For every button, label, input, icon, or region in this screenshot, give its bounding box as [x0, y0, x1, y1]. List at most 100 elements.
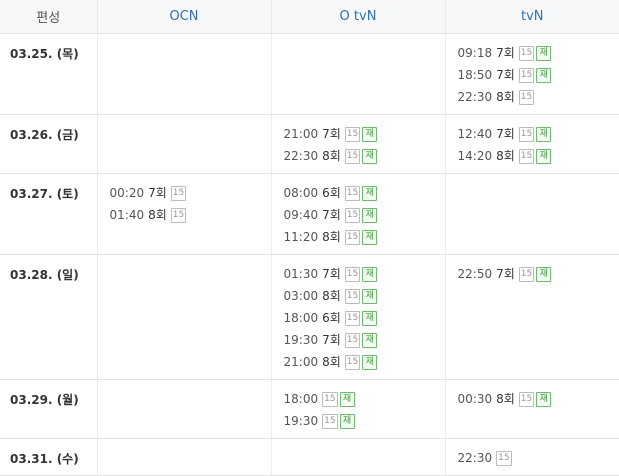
age-15-icon: 15: [519, 392, 534, 407]
cell-ocn: [97, 439, 271, 476]
broadcast-time: 14:20: [458, 145, 493, 167]
rerun-icon: 재: [362, 333, 377, 348]
age-15-icon: 15: [519, 267, 534, 282]
broadcast-entry[interactable]: 22:3015: [458, 447, 619, 469]
broadcast-time: 01:30: [284, 263, 319, 285]
broadcast-entry[interactable]: 03:008회15재: [284, 285, 445, 307]
rerun-icon: 재: [362, 208, 377, 223]
rerun-icon: 재: [340, 392, 355, 407]
rerun-icon: 재: [362, 355, 377, 370]
age-15-icon: 15: [171, 186, 186, 201]
broadcast-time: 19:30: [284, 410, 319, 432]
broadcast-time: 22:30: [458, 86, 493, 108]
age-15-icon: 15: [519, 149, 534, 164]
broadcast-entry[interactable]: 21:008회15재: [284, 351, 445, 373]
cell-tvn: 09:187회15재18:507회15재22:308회15: [445, 34, 619, 115]
broadcast-entry[interactable]: 18:0015재: [284, 388, 445, 410]
broadcast-entry[interactable]: 22:308회 15재: [284, 145, 445, 167]
age-15-icon: 15: [345, 230, 360, 245]
row-date: 03.31. (수): [0, 439, 97, 476]
channel-header-otvn[interactable]: O tvN: [271, 0, 445, 34]
broadcast-time: 18:50: [458, 64, 493, 86]
rerun-icon: 재: [362, 230, 377, 245]
schedule-table: 편성 OCN O tvN tvN 03.25. (목)09:187회15재18:…: [0, 0, 619, 476]
schedule-row: 03.27. (토)00:207회1501:408회1508:006회15재09…: [0, 174, 619, 255]
rerun-icon: 재: [362, 186, 377, 201]
broadcast-entry[interactable]: 00:207회15: [110, 182, 271, 204]
episode-number: 7회: [496, 42, 515, 64]
age-15-icon: 15: [322, 414, 337, 429]
broadcast-time: 03:00: [284, 285, 319, 307]
cell-tvn: 00:308회15재: [445, 380, 619, 439]
rerun-icon: 재: [362, 149, 377, 164]
rerun-icon: 재: [362, 127, 377, 142]
rerun-icon: 재: [536, 392, 551, 407]
episode-number: 8회: [496, 388, 515, 410]
rerun-icon: 재: [340, 414, 355, 429]
episode-number: 7회: [322, 123, 341, 145]
broadcast-time: 11:20: [284, 226, 319, 248]
row-date: 03.27. (토): [0, 174, 97, 255]
broadcast-entry[interactable]: 19:3015재: [284, 410, 445, 432]
header-label: 편성: [0, 0, 97, 34]
broadcast-time: 12:40: [458, 123, 493, 145]
age-15-icon: 15: [345, 311, 360, 326]
broadcast-entry[interactable]: 18:507회15재: [458, 64, 619, 86]
age-15-icon: 15: [519, 68, 534, 83]
schedule-row: 03.28. (일)01:307회15재03:008회15재18:006회15재…: [0, 255, 619, 380]
age-15-icon: 15: [345, 208, 360, 223]
episode-number: 8회: [322, 351, 341, 373]
broadcast-time: 21:00: [284, 123, 319, 145]
broadcast-entry[interactable]: 01:307회15재: [284, 263, 445, 285]
broadcast-entry[interactable]: 09:407회15재: [284, 204, 445, 226]
rerun-icon: 재: [536, 149, 551, 164]
channel-header-ocn[interactable]: OCN: [97, 0, 271, 34]
episode-number: 8회: [496, 145, 515, 167]
age-15-icon: 15: [345, 333, 360, 348]
episode-number: 8회: [322, 145, 341, 167]
broadcast-time: 08:00: [284, 182, 319, 204]
broadcast-entry[interactable]: 22:308회15: [458, 86, 619, 108]
broadcast-time: 09:40: [284, 204, 319, 226]
cell-tvn: 22:3015: [445, 439, 619, 476]
age-15-icon: 15: [345, 267, 360, 282]
episode-number: 7회: [322, 329, 341, 351]
cell-otvn: 21:007회 15재 22:308회 15재: [271, 115, 445, 174]
row-date: 03.26. (금): [0, 115, 97, 174]
broadcast-entry[interactable]: 18:006회15재: [284, 307, 445, 329]
broadcast-entry[interactable]: 11:208회15재: [284, 226, 445, 248]
episode-number: 6회: [322, 307, 341, 329]
broadcast-entry[interactable]: 09:187회15재: [458, 42, 619, 64]
broadcast-entry[interactable]: 21:007회 15재: [284, 123, 445, 145]
broadcast-time: 22:30: [284, 145, 319, 167]
cell-otvn: [271, 34, 445, 115]
header-row: 편성 OCN O tvN tvN: [0, 0, 619, 34]
broadcast-time: 22:30: [458, 447, 493, 469]
schedule-body: 03.25. (목)09:187회15재18:507회15재22:308회150…: [0, 34, 619, 476]
episode-number: 7회: [322, 263, 341, 285]
broadcast-entry[interactable]: 19:307회15재: [284, 329, 445, 351]
cell-ocn: [97, 255, 271, 380]
cell-tvn: 22:507회15재: [445, 255, 619, 380]
schedule-row: 03.26. (금)21:007회15재22:308회15재12:407회15재…: [0, 115, 619, 174]
broadcast-entry[interactable]: 14:208회 15재: [458, 145, 619, 167]
cell-otvn: 08:006회15재09:407회15재11:208회15재: [271, 174, 445, 255]
episode-number: 7회: [148, 182, 167, 204]
broadcast-time: 21:00: [284, 351, 319, 373]
age-15-icon: 15: [345, 149, 360, 164]
broadcast-entry[interactable]: 01:408회15: [110, 204, 271, 226]
rerun-icon: 재: [362, 289, 377, 304]
broadcast-entry[interactable]: 08:006회15재: [284, 182, 445, 204]
rerun-icon: 재: [536, 127, 551, 142]
age-15-icon: 15: [519, 46, 534, 61]
broadcast-entry[interactable]: 12:407회15재: [458, 123, 619, 145]
cell-tvn: [445, 174, 619, 255]
channel-header-tvn[interactable]: tvN: [445, 0, 619, 34]
broadcast-time: 01:40: [110, 204, 145, 226]
age-15-icon: 15: [345, 127, 360, 142]
schedule-row: 03.29. (월)18:0015재19:3015재00:308회15재: [0, 380, 619, 439]
broadcast-entry[interactable]: 22:507회15재: [458, 263, 619, 285]
cell-otvn: 18:0015재19:3015재: [271, 380, 445, 439]
broadcast-entry[interactable]: 00:308회15재: [458, 388, 619, 410]
age-15-icon: 15: [519, 127, 534, 142]
